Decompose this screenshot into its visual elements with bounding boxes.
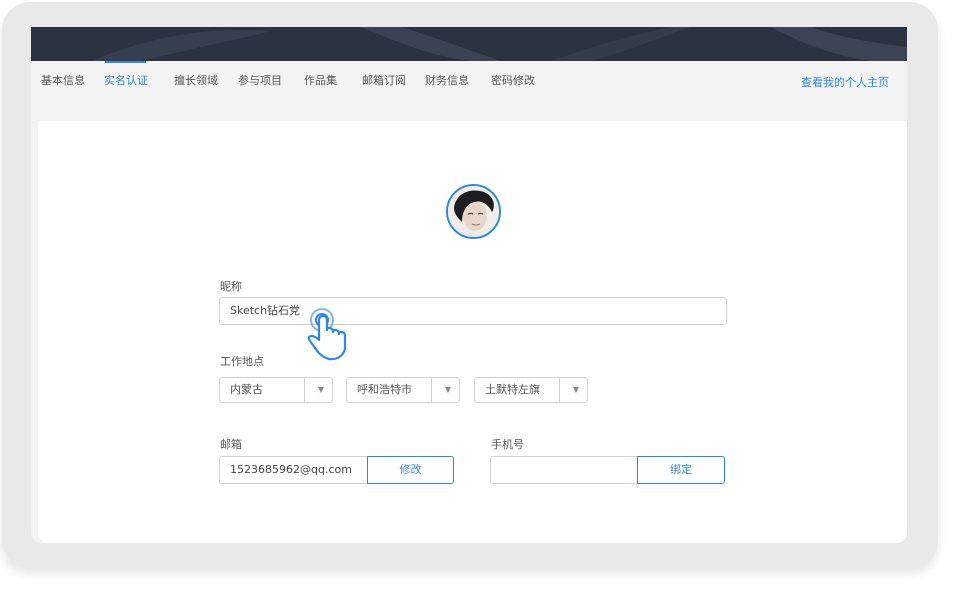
city-select[interactable]: 呼和浩特市 ▼ — [346, 377, 460, 403]
tab-expertise[interactable]: 擅长领域 — [174, 72, 218, 88]
tab-password[interactable]: 密码修改 — [491, 72, 535, 88]
email-label: 邮箱 — [220, 438, 242, 451]
select-divider — [559, 378, 560, 402]
active-tab-indicator — [105, 61, 146, 63]
district-value: 土默特左旗 — [485, 383, 540, 396]
chevron-down-icon: ▼ — [317, 385, 324, 394]
province-select[interactable]: 内蒙古 ▼ — [219, 377, 333, 403]
phone-input[interactable] — [490, 456, 640, 484]
select-divider — [304, 378, 305, 402]
modify-email-button[interactable]: 修改 — [367, 456, 454, 484]
chevron-down-icon: ▼ — [444, 385, 451, 394]
settings-tab-bar: 基本信息 实名认证 擅长领域 参与项目 作品集 邮箱订阅 财务信息 密码修改 查… — [31, 61, 907, 121]
header-banner — [31, 27, 907, 61]
user-avatar[interactable] — [446, 184, 501, 239]
select-divider — [431, 378, 432, 402]
nickname-input[interactable]: Sketch钻石党 — [219, 297, 727, 325]
district-select[interactable]: 土默特左旗 ▼ — [474, 377, 588, 403]
city-value: 呼和浩特市 — [357, 383, 412, 396]
nickname-label: 昵称 — [220, 280, 242, 293]
chevron-down-icon: ▼ — [572, 385, 579, 394]
view-profile-link[interactable]: 查看我的个人主页 — [801, 74, 889, 90]
tab-email-subscription[interactable]: 邮箱订阅 — [362, 72, 406, 88]
tap-hand-icon — [300, 304, 352, 368]
tab-projects[interactable]: 参与项目 — [238, 72, 282, 88]
email-input[interactable]: 1523685962@qq.com — [219, 456, 369, 484]
work-location-label: 工作地点 — [220, 355, 264, 368]
tab-basic-info[interactable]: 基本信息 — [41, 72, 85, 88]
tab-portfolio[interactable]: 作品集 — [304, 72, 337, 88]
tab-finance[interactable]: 财务信息 — [425, 72, 469, 88]
phone-label: 手机号 — [491, 438, 524, 451]
bind-phone-button[interactable]: 绑定 — [637, 456, 725, 484]
province-value: 内蒙古 — [230, 383, 263, 396]
app-screen: 基本信息 实名认证 擅长领域 参与项目 作品集 邮箱订阅 财务信息 密码修改 查… — [31, 27, 907, 543]
tab-real-name-auth[interactable]: 实名认证 — [104, 72, 148, 88]
